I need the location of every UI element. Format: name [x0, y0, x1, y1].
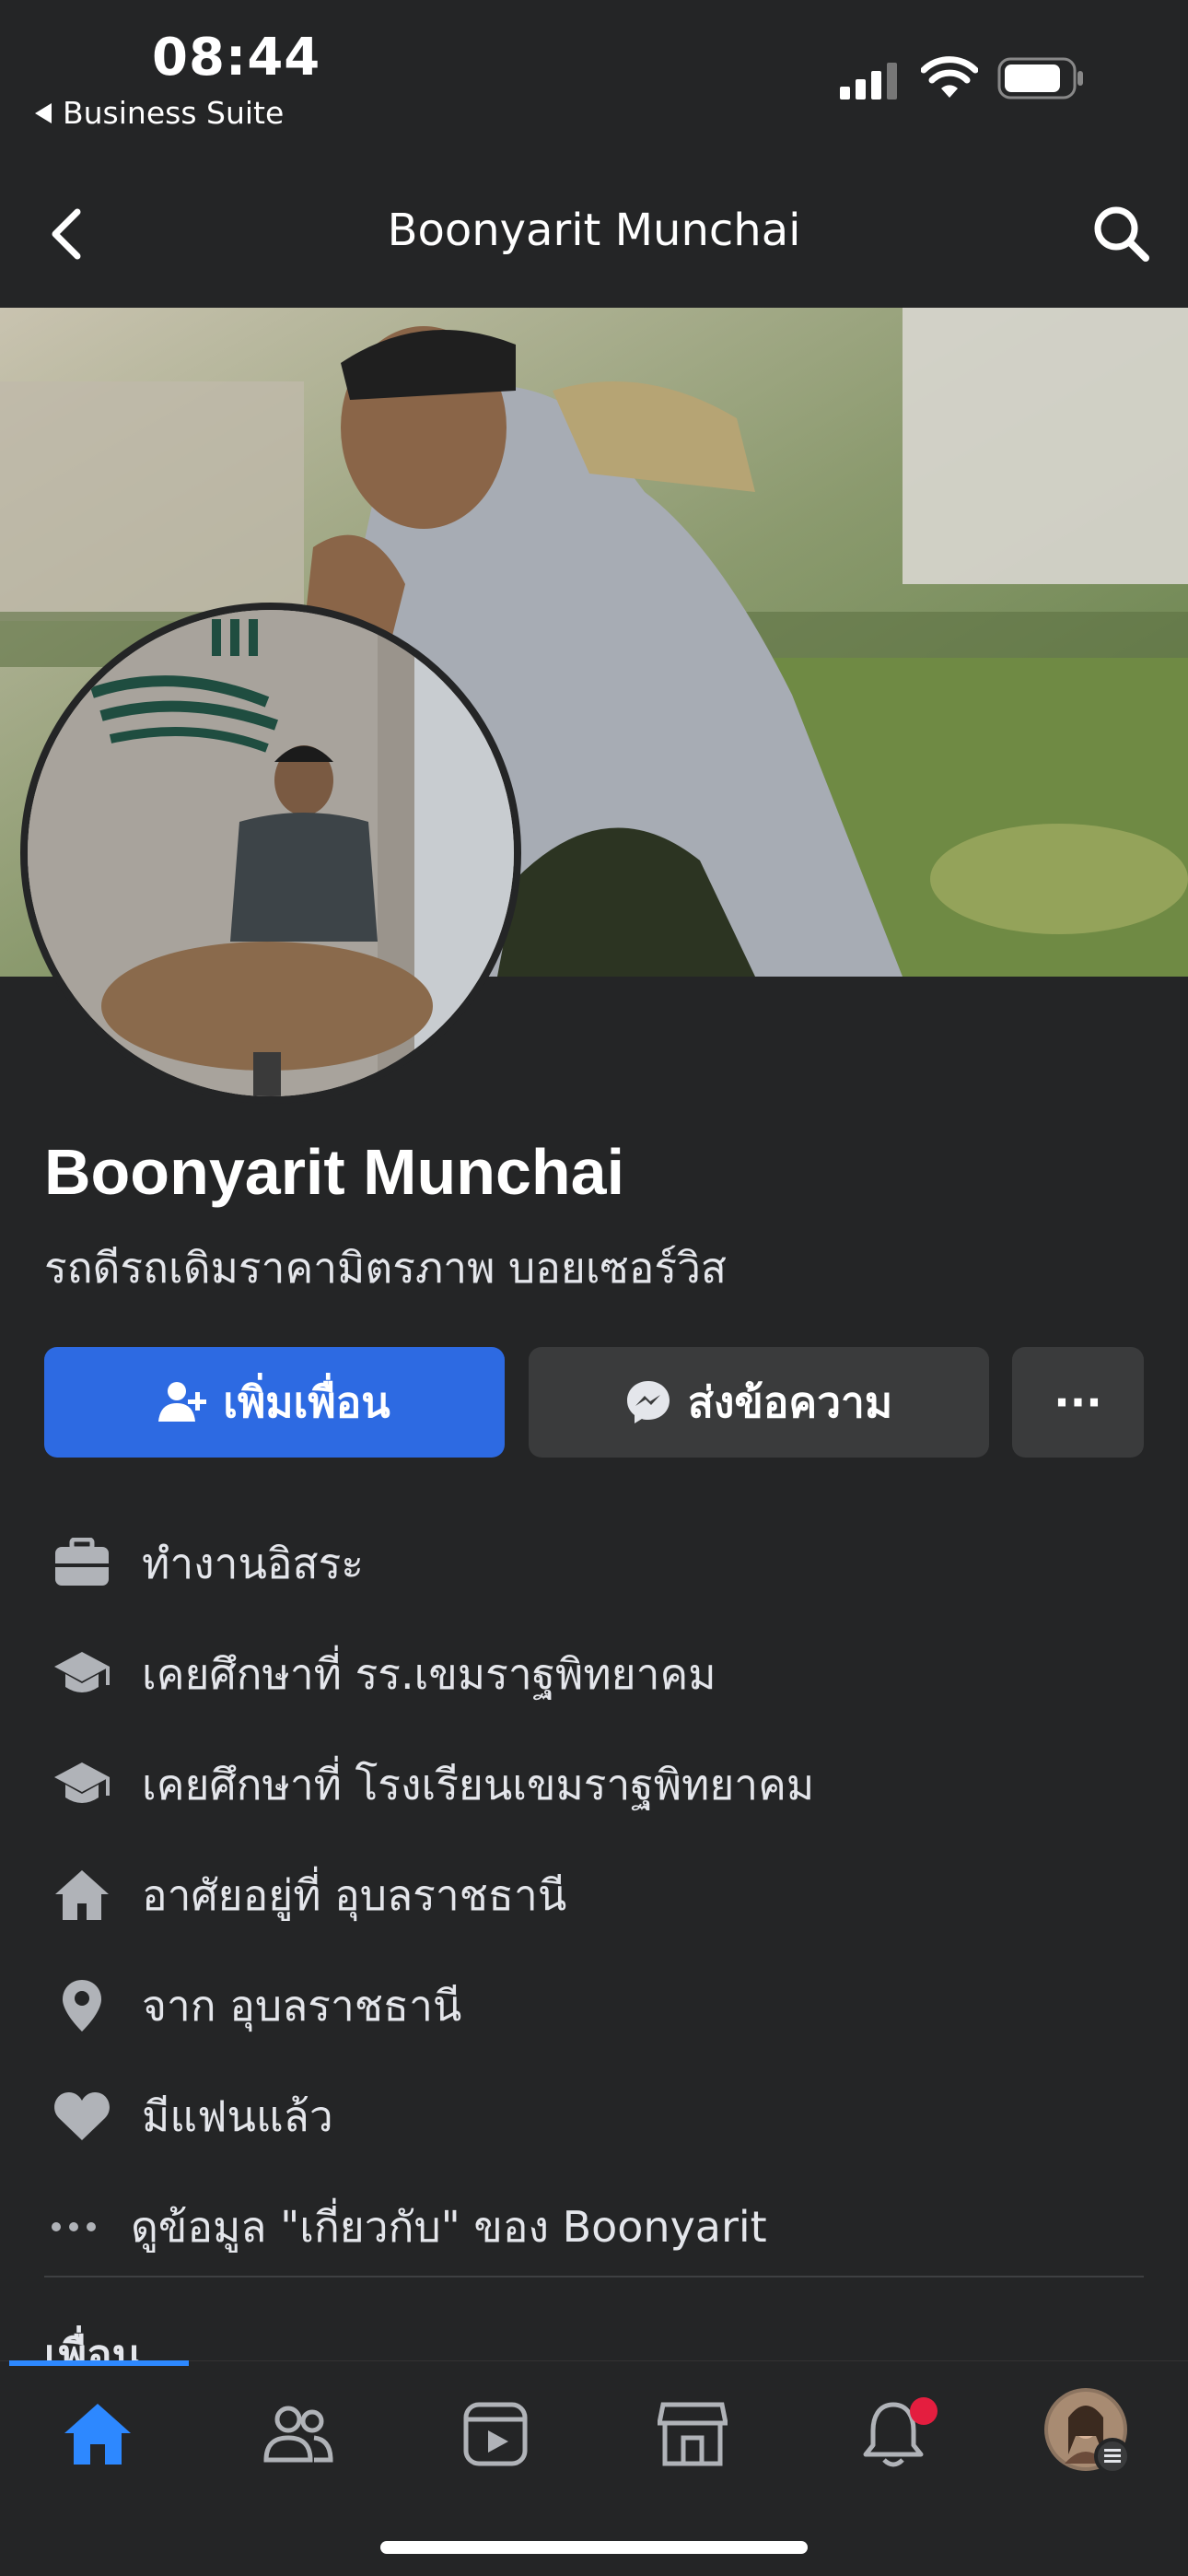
messenger-icon	[626, 1381, 670, 1423]
back-app-label: Business Suite	[63, 95, 285, 131]
back-triangle-icon	[35, 102, 52, 123]
briefcase-icon	[44, 1526, 120, 1601]
message-label: ส่งข้อความ	[687, 1376, 893, 1427]
add-friend-button[interactable]: เพิ่มเพื่อน	[44, 1347, 505, 1458]
intro-text-education-1: เคยศึกษาที่ รร.เขมราฐพิทยาคม	[142, 1648, 716, 1699]
more-icon: ···	[1054, 1377, 1102, 1427]
friends-icon	[263, 2406, 333, 2463]
friends-tab[interactable]	[252, 2388, 344, 2480]
nav-title: Boonyarit Munchai	[387, 205, 801, 256]
home-icon	[44, 1857, 120, 1933]
more-dots-icon	[44, 2189, 103, 2265]
intro-text-relationship: มีแฟนแล้ว	[142, 2090, 333, 2141]
notifications-tab[interactable]	[847, 2388, 939, 2480]
back-to-app-link[interactable]: Business Suite	[35, 95, 284, 131]
watch-tab[interactable]	[449, 2388, 542, 2480]
section-divider	[44, 2276, 1144, 2277]
heart-icon	[44, 2078, 120, 2154]
message-button[interactable]: ส่งข้อความ	[529, 1347, 989, 1458]
see-about-label: ดูข้อมูล "เกี่ยวกับ" ของ Boonyarit	[131, 2201, 767, 2252]
intro-row-from: จาก อุบลราชธานี	[44, 1964, 461, 2047]
home-icon	[64, 2404, 131, 2465]
profile-avatar[interactable]	[20, 603, 521, 1104]
video-icon	[463, 2402, 528, 2466]
profile-bio: รถดีรถเดิมราคามิตรภาพ บอยเซอร์วิส	[44, 1243, 728, 1293]
graduation-cap-icon	[44, 1636, 120, 1712]
graduation-cap-icon	[44, 1747, 120, 1822]
intro-row-education-2: เคยศึกษาที่ โรงเรียนเขมราฐพิทยาคม	[44, 1743, 814, 1826]
profile-menu-tab[interactable]	[1044, 2388, 1131, 2475]
home-indicator[interactable]	[380, 2541, 808, 2554]
location-pin-icon	[44, 1968, 120, 2043]
search-icon[interactable]	[1092, 205, 1151, 263]
notification-dot	[910, 2397, 938, 2425]
intro-text-work: ทำงานอิสระ	[142, 1538, 365, 1588]
intro-row-education-1: เคยศึกษาที่ รร.เขมราฐพิทยาคม	[44, 1633, 716, 1715]
intro-row-work: ทำงานอิสระ	[44, 1522, 364, 1605]
wifi-icon	[921, 56, 978, 98]
intro-row-relationship: มีแฟนแล้ว	[44, 2075, 333, 2158]
status-time: 08:44	[152, 28, 321, 88]
more-options-button[interactable]: ···	[1012, 1347, 1144, 1458]
marketplace-tab[interactable]	[646, 2388, 739, 2480]
see-about-link[interactable]: ดูข้อมูล "เกี่ยวกับ" ของ Boonyarit	[44, 2185, 767, 2268]
intro-row-lives-in: อาศัยอยู่ที่ อุบลราชธานี	[44, 1854, 566, 1937]
add-friend-icon	[158, 1382, 207, 1422]
battery-icon	[997, 57, 1083, 100]
menu-lines-icon	[1094, 2438, 1131, 2475]
add-friend-label: เพิ่มเพื่อน	[223, 1376, 390, 1427]
marketplace-icon	[658, 2402, 728, 2466]
active-tab-indicator	[9, 2360, 189, 2366]
intro-text-lives-in: อาศัยอยู่ที่ อุบลราชธานี	[142, 1869, 567, 1920]
profile-name: Boonyarit Munchai	[44, 1136, 625, 1208]
intro-text-from: จาก อุบลราชธานี	[142, 1980, 462, 2031]
intro-text-education-2: เคยศึกษาที่ โรงเรียนเขมราฐพิทยาคม	[142, 1759, 815, 1809]
home-tab[interactable]	[52, 2388, 144, 2480]
signal-icon	[840, 63, 897, 100]
